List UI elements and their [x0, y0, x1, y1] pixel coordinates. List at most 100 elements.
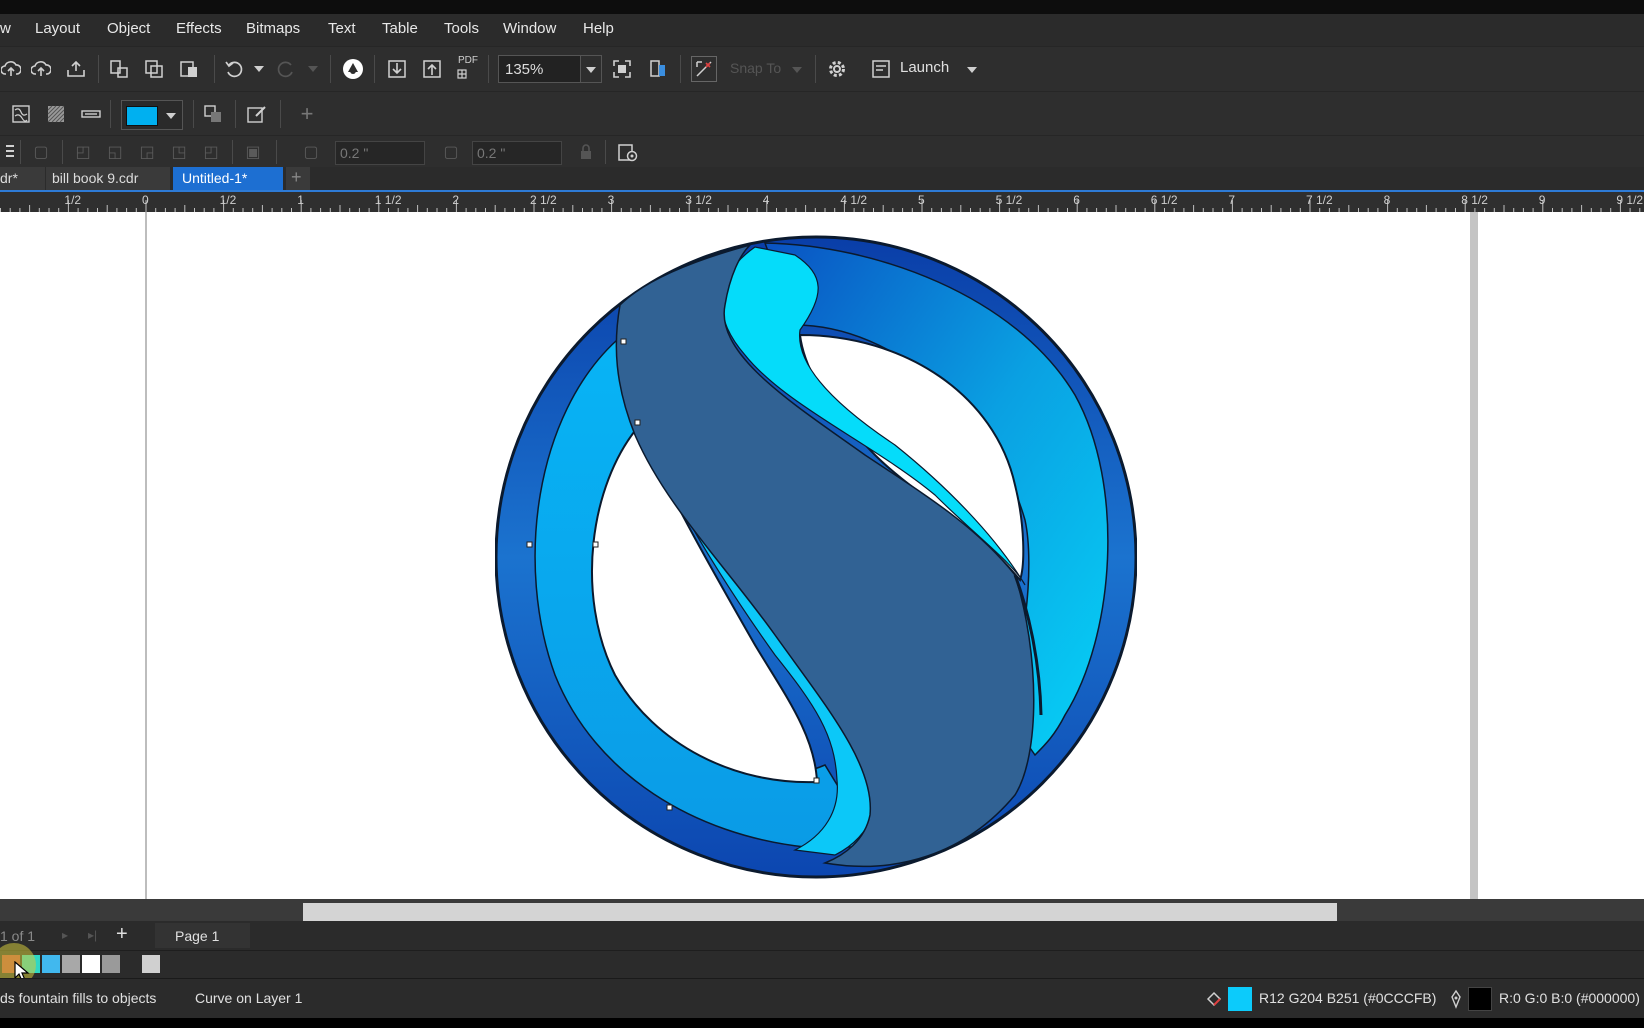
lock-icon[interactable] — [575, 141, 597, 163]
sphere-logo-artwork[interactable] — [495, 235, 1137, 880]
undo-dropdown-caret[interactable] — [254, 66, 264, 72]
tab-label: bill book 9.cdr — [52, 170, 139, 186]
menu-view[interactable]: w — [0, 20, 11, 37]
ruler-label: 1 1/2 — [374, 193, 402, 207]
toolbar-separator — [374, 55, 375, 83]
menu-table[interactable]: Table — [382, 20, 418, 37]
front-minus-back-icon[interactable]: ◰ — [200, 141, 222, 163]
postscript-fill-icon[interactable] — [45, 103, 67, 125]
outline-width-input[interactable]: 0.2 " — [335, 141, 425, 165]
corel-connect-icon[interactable] — [342, 58, 364, 80]
redo-dropdown-caret[interactable] — [308, 66, 318, 72]
ruler-label: 2 — [452, 193, 460, 207]
cut-icon[interactable] — [108, 58, 130, 80]
node-handle[interactable] — [526, 541, 533, 548]
launch-dropdown-caret[interactable] — [967, 67, 977, 73]
page-count: 1 of 1 — [0, 928, 36, 944]
snap-to-dropdown[interactable]: Snap To — [730, 60, 781, 76]
corner-icon[interactable]: ▢ — [440, 141, 462, 163]
horizontal-scrollbar-thumb[interactable] — [303, 903, 1337, 921]
new-document-tab-button[interactable]: + — [286, 167, 310, 190]
node-handle[interactable] — [666, 804, 673, 811]
add-icon[interactable]: + — [296, 101, 318, 126]
no-fill-icon[interactable] — [80, 103, 102, 125]
next-page-icon[interactable]: ▸ — [62, 928, 68, 942]
redo-icon[interactable] — [275, 58, 297, 80]
chevron-down-icon — [586, 67, 596, 73]
toolbar-separator — [62, 140, 63, 164]
last-page-icon[interactable]: ▸| — [88, 928, 97, 942]
show-rulers-toggle-icon[interactable] — [691, 56, 717, 82]
node-handle[interactable] — [634, 419, 641, 426]
gear-icon[interactable] — [826, 58, 848, 80]
page-tab-label: Page 1 — [175, 928, 220, 944]
hamburger-icon[interactable] — [0, 141, 22, 163]
menu-object[interactable]: Object — [107, 20, 150, 37]
export-icon[interactable] — [421, 58, 443, 80]
launch-icon[interactable] — [870, 58, 892, 80]
fill-color-indicator[interactable] — [1228, 987, 1252, 1011]
launch-button[interactable]: Launch — [900, 59, 949, 76]
node-handle[interactable] — [592, 541, 599, 548]
palette-swatch[interactable] — [82, 955, 100, 973]
copy-fill-icon[interactable] — [202, 103, 224, 125]
node-handle[interactable] — [620, 338, 627, 345]
corner-radius-value: 0.2 " — [477, 145, 506, 161]
copy-icon[interactable] — [143, 58, 165, 80]
trim-icon[interactable]: ◱ — [104, 141, 126, 163]
outline-color-info: R:0 G:0 B:0 (#000000) 0 — [1499, 990, 1644, 1006]
group-icon[interactable]: ▢ — [30, 141, 52, 163]
texture-fill-icon[interactable] — [10, 103, 32, 125]
menu-effects[interactable]: Effects — [176, 20, 222, 37]
chevron-down-icon — [166, 113, 176, 119]
add-page-button[interactable]: + — [116, 923, 128, 946]
tab-label: dr* — [0, 170, 18, 186]
menu-layout[interactable]: Layout — [35, 20, 80, 37]
import-icon[interactable] — [386, 58, 408, 80]
undo-icon[interactable] — [223, 58, 245, 80]
publish-pdf-button[interactable]: PDF — [458, 56, 478, 66]
tab-bill-book-9[interactable]: bill book 9.cdr — [46, 167, 170, 190]
menu-bar: w Layout Object Effects Bitmaps Text Tab… — [0, 14, 1644, 46]
outline-color-indicator[interactable] — [1468, 987, 1492, 1011]
palette-swatch[interactable] — [122, 955, 140, 973]
cloud-publish-icon[interactable] — [30, 58, 52, 80]
print-icon[interactable] — [65, 58, 87, 80]
node-handle[interactable] — [813, 777, 820, 784]
snap-to-caret[interactable] — [792, 67, 802, 73]
palette-swatch[interactable] — [102, 955, 120, 973]
palette-swatch[interactable] — [42, 955, 60, 973]
tab-document-1[interactable]: dr* — [0, 167, 45, 190]
intersect-icon[interactable]: ◲ — [136, 141, 158, 163]
menu-window[interactable]: Window — [503, 20, 556, 37]
toolbar-separator — [98, 55, 99, 83]
palette-swatch[interactable] — [62, 955, 80, 973]
toolbar-separator — [815, 55, 816, 83]
drawing-canvas[interactable] — [0, 212, 1644, 899]
weld-icon[interactable]: ◰ — [72, 141, 94, 163]
fill-color-picker[interactable] — [121, 100, 183, 130]
simplify-icon[interactable]: ◳ — [168, 141, 190, 163]
edit-fill-icon[interactable] — [246, 103, 268, 125]
page-tab-1[interactable]: Page 1 — [155, 923, 250, 948]
create-boundary-icon[interactable]: ▣ — [242, 141, 264, 163]
page-width-icon[interactable] — [647, 58, 669, 80]
menu-tools[interactable]: Tools — [444, 20, 479, 37]
tab-untitled-1[interactable]: Untitled-1* — [173, 167, 283, 190]
outline-width-icon[interactable]: ▢ — [300, 141, 322, 163]
cloud-upload-icon[interactable] — [0, 58, 22, 80]
pdf-icon[interactable] — [455, 67, 469, 81]
menu-help[interactable]: Help — [583, 20, 614, 37]
corner-radius-input[interactable]: 0.2 " — [472, 141, 562, 165]
ruler-label: 9 1/2 — [1616, 193, 1644, 207]
status-bar: ds fountain fills to objects Curve on La… — [0, 978, 1644, 1018]
menu-bitmaps[interactable]: Bitmaps — [246, 20, 300, 37]
palette-swatch[interactable] — [142, 955, 160, 973]
menu-text[interactable]: Text — [328, 20, 356, 37]
object-properties-icon[interactable] — [617, 141, 639, 163]
page-border-left — [145, 212, 147, 899]
paste-icon[interactable] — [178, 58, 200, 80]
toolbar-separator — [488, 55, 489, 83]
full-screen-preview-icon[interactable] — [611, 58, 633, 80]
horizontal-ruler[interactable]: 1/2 0 1/2 1 1 1/2 2 2 1/2 3 3 1/2 4 4 1/2 5 5 1/2 6 6 … — [0, 190, 1644, 212]
